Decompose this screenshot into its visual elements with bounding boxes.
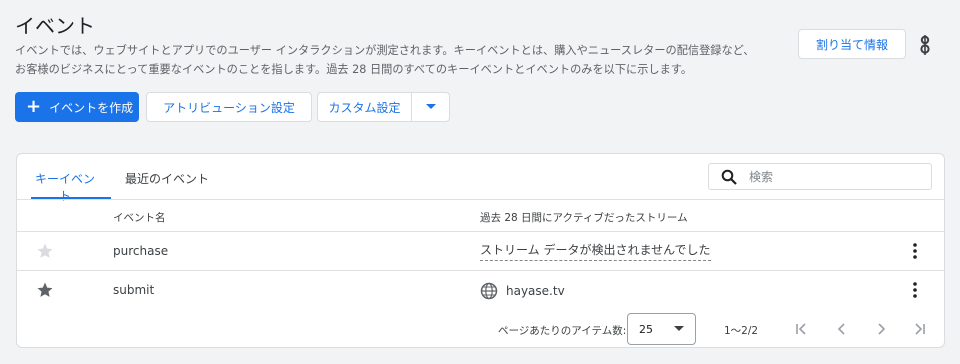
table-row: submit hayase.tv: [17, 271, 944, 309]
first-page-icon[interactable]: [795, 322, 809, 336]
globe-icon: [480, 282, 498, 300]
help-icon[interactable]: [917, 34, 933, 56]
more-vert-icon[interactable]: [909, 242, 921, 260]
event-name[interactable]: submit: [113, 283, 154, 297]
description-line-1: イベントでは、ウェブサイトとアプリでのユーザー インタラクションが測定されます。…: [15, 44, 755, 57]
plus-icon: +: [26, 96, 42, 117]
page-description: イベントでは、ウェブサイトとアプリでのユーザー インタラクションが測定されます。…: [15, 41, 785, 79]
custom-settings-dropdown[interactable]: [412, 93, 449, 121]
create-event-label: イベントを作成: [49, 100, 134, 115]
page-size-select[interactable]: 25: [627, 313, 696, 345]
tabs-divider: [17, 199, 944, 200]
last-page-icon[interactable]: [912, 322, 926, 336]
caret-down-icon: [674, 326, 684, 331]
custom-settings-button[interactable]: カスタム設定: [318, 93, 412, 121]
event-name[interactable]: purchase: [113, 244, 168, 258]
next-page-icon[interactable]: [874, 322, 888, 336]
page-title: イベント: [15, 14, 95, 38]
attribution-settings-button[interactable]: アトリビューション設定: [146, 92, 312, 122]
search-box: [708, 163, 932, 190]
tab-recent-events[interactable]: 最近のイベント: [125, 170, 209, 200]
items-per-page-label: ページあたりのアイテム数:: [498, 325, 627, 337]
stream-status[interactable]: ストリーム データが検出されませんでした: [480, 241, 711, 261]
search-input[interactable]: [749, 169, 919, 184]
page-range: 1〜2/2: [724, 325, 759, 337]
page-size-value: 25: [639, 322, 653, 336]
stream-link[interactable]: hayase.tv: [480, 282, 565, 300]
star-filled-icon[interactable]: [36, 281, 54, 299]
more-vert-icon[interactable]: [909, 281, 921, 299]
caret-down-icon: [425, 104, 436, 109]
table-row: purchase ストリーム データが検出されませんでした: [17, 232, 944, 270]
events-card: キーイベント 最近のイベント イベント名 過去 28 日間にアクティブだったスト…: [16, 153, 945, 348]
search-icon: [709, 169, 749, 185]
stream-name: hayase.tv: [506, 284, 565, 298]
previous-page-icon[interactable]: [835, 322, 849, 336]
description-line-2: お客様のビジネスにとって重要なイベントのことを指します。過去 28 日間のすべて…: [15, 63, 693, 76]
column-header-event-name[interactable]: イベント名: [113, 210, 166, 225]
star-outline-icon[interactable]: [36, 242, 54, 260]
create-event-button[interactable]: + イベントを作成: [15, 92, 139, 122]
custom-settings-split-button: カスタム設定: [317, 92, 450, 122]
assign-info-button[interactable]: 割り当て情報: [798, 29, 906, 59]
tab-key-events[interactable]: キーイベント: [30, 170, 100, 203]
column-header-active-streams[interactable]: 過去 28 日間にアクティブだったストリーム: [480, 210, 688, 225]
